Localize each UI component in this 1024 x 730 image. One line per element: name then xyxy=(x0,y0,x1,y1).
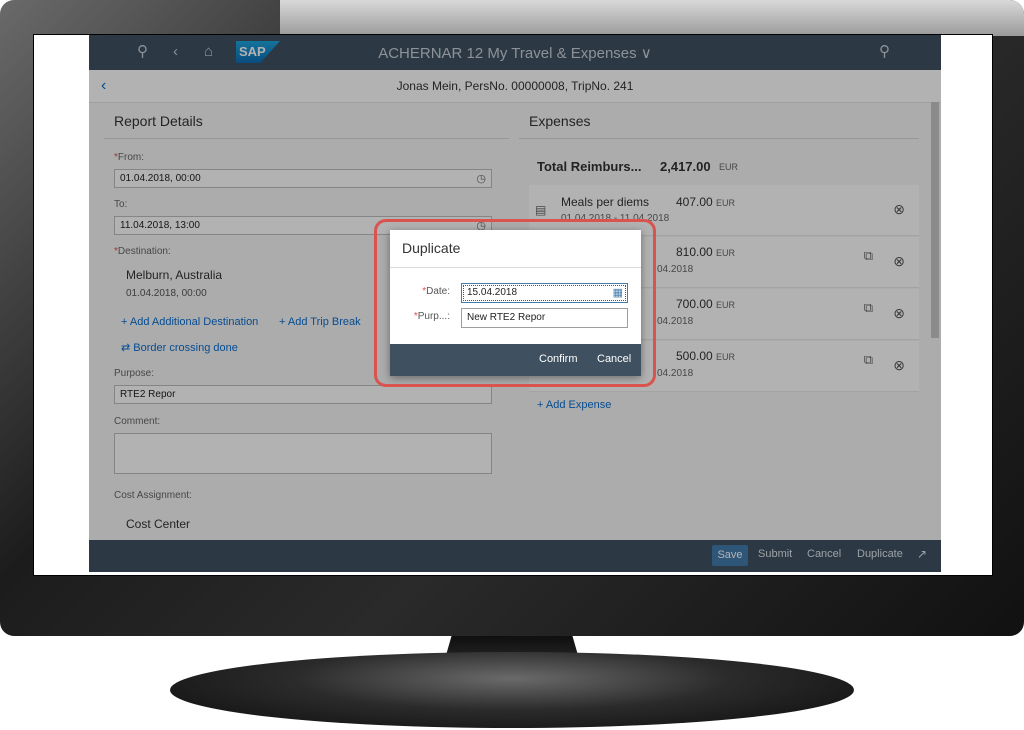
monitor-base xyxy=(170,652,854,728)
highlight-frame xyxy=(374,219,656,387)
monitor-gloss xyxy=(280,0,1024,36)
